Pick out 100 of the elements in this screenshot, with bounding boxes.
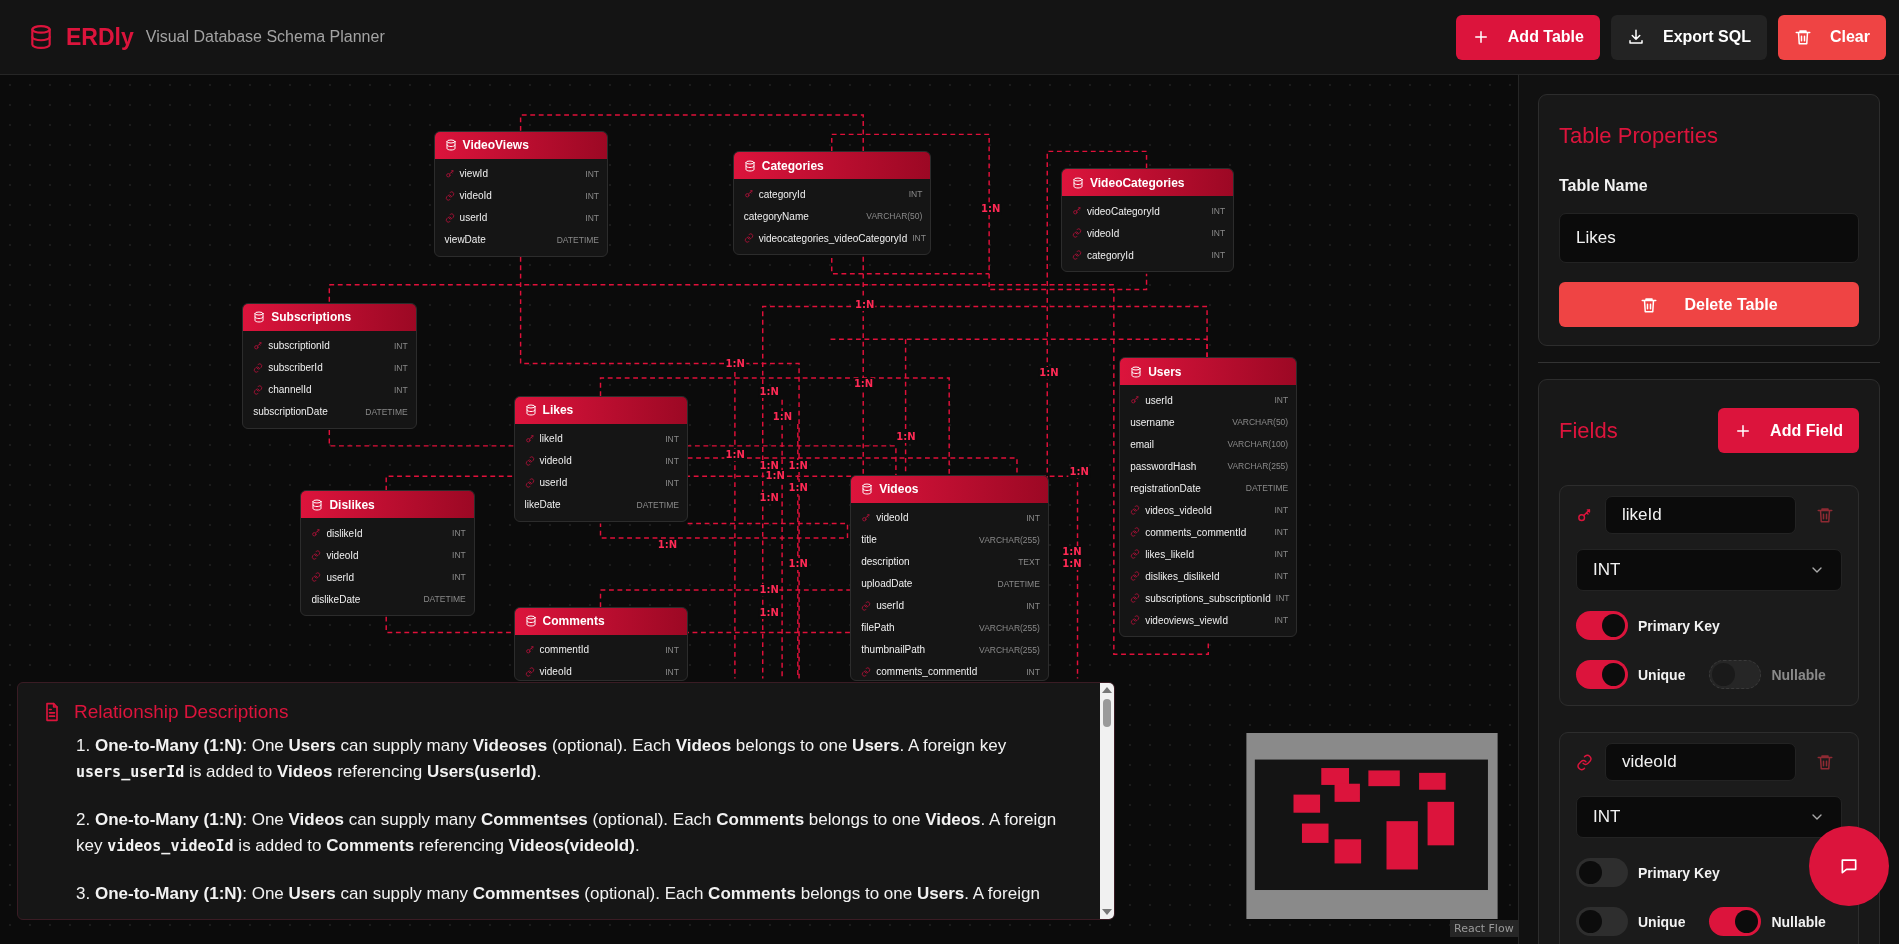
table-node[interactable]: Categories categoryId INT categoryName VARCHAR(50) videocategories_videoCategoryId INT (732, 151, 932, 256)
key-icon (524, 644, 535, 655)
relationship-label: 1:N (724, 449, 746, 462)
database-icon (444, 139, 457, 152)
field-type: INT (452, 572, 466, 583)
field-name: viewId (459, 168, 489, 180)
field-name-input[interactable]: likeId (1605, 496, 1796, 534)
toggle-switch[interactable] (1576, 858, 1628, 887)
field-name: channelId (268, 384, 313, 396)
table-node[interactable]: Comments commentId INT videoId INT (513, 606, 688, 681)
field-name: dislikeDate (311, 593, 362, 605)
relationship-label: 1:N (854, 299, 876, 312)
relationship-label: 1:N (656, 538, 678, 551)
key-icon (1072, 206, 1082, 217)
table-node[interactable]: Likes likeId INT videoId INT userId INT likeDate DATETIME (513, 395, 688, 522)
field-label: Table Name (1559, 177, 1649, 195)
field-type: INT (585, 212, 599, 223)
field-name: dislikes_dislikeId (1145, 570, 1221, 582)
database-icon (524, 404, 537, 417)
field-type: DATETIME (365, 406, 408, 417)
toggle-switch[interactable] (1709, 907, 1762, 936)
field-name-input[interactable]: videoId (1605, 743, 1796, 781)
field-name: videos_videoId (1145, 504, 1213, 516)
field-type: INT (393, 384, 408, 395)
link-icon (253, 362, 264, 373)
minimap-drawing[interactable] (1246, 733, 1498, 919)
field-type: INT (1026, 512, 1040, 523)
type-select[interactable]: INT (1576, 796, 1842, 838)
relationship-label: 1:N (787, 482, 809, 494)
field-name: userId (539, 477, 569, 489)
field-type: INT (393, 340, 408, 351)
toggle-switch[interactable] (1576, 660, 1628, 689)
field-name: userId (876, 600, 906, 612)
export-sql-button[interactable]: Export SQL (1610, 14, 1767, 60)
scrollbar[interactable] (1100, 683, 1114, 919)
add-table-button[interactable]: Add Table (1455, 14, 1600, 60)
link-icon (253, 384, 264, 395)
field-name: videoCategoryId (1087, 205, 1161, 217)
field-type: VARCHAR(255) (1227, 461, 1289, 472)
field-type: INT (1274, 571, 1289, 582)
add-field-button[interactable]: Add Field (1718, 408, 1859, 453)
key-icon (1576, 506, 1593, 524)
chat-icon (1839, 856, 1859, 876)
field-name: viewDate (444, 234, 487, 246)
table-node[interactable]: VideoCategories videoCategoryId INT videoId INT categoryId INT (1061, 168, 1235, 273)
field-name: title (861, 534, 878, 546)
field-name: comments_commentId (876, 666, 979, 678)
link-icon (1130, 593, 1141, 604)
toggle-switch[interactable] (1576, 611, 1628, 640)
field-type: DATETIME (997, 578, 1040, 589)
toggle-label: Primary Key (1638, 617, 1720, 634)
link-icon (311, 550, 322, 561)
toggle-switch[interactable] (1576, 907, 1628, 936)
field-type: INT (1274, 395, 1289, 406)
table-node[interactable] (1119, 357, 1298, 638)
field-type: INT (912, 233, 926, 244)
type-select[interactable]: INT (1576, 549, 1842, 591)
field-type: DATETIME (423, 594, 466, 605)
field-type: INT (908, 189, 923, 200)
key-icon (524, 433, 535, 444)
table-node[interactable]: Videos videoId INT title VARCHAR(255) description TEXT uploadDate DATETIME userId INT filePath VARCHAR(255) thumbnailPath VARCHAR(255) comments_commentId INT (850, 474, 1049, 681)
field-type: VARCHAR(255) (979, 644, 1040, 655)
key-icon (861, 512, 872, 523)
table-node[interactable]: VideoViews viewId INT videoId INT userId INT viewDate DATETIME (433, 130, 608, 257)
field-type: INT (1274, 615, 1289, 626)
key-icon (743, 189, 754, 200)
relationship-label: 1:N (787, 558, 809, 571)
table-name: Subscriptions (271, 310, 352, 325)
table-name-input[interactable]: Likes (1559, 213, 1859, 263)
relationship-description: 3. One-to-Many (1:N): One Users can supply many Commentses (optional). Each Comments belongs to one Users. A foreign (76, 883, 1041, 905)
field-type: DATETIME (1245, 483, 1289, 494)
relationship-description: 2. One-to-Many (1:N): One Videos can supply many Commentses (optional). Each Comments belongs to one Videos. A foreign key videos_videoId is added to Comments referencing Videos(videoId). (76, 809, 1058, 857)
field-type: VARCHAR(50) (866, 211, 923, 222)
field-type: DATETIME (636, 499, 679, 510)
delete-table-button[interactable]: Delete Table (1559, 282, 1859, 327)
field-type: INT (585, 168, 599, 179)
database-icon (743, 159, 756, 172)
field-name: videoviews_viewId (1145, 614, 1229, 626)
field-type: INT (585, 190, 599, 201)
attribution-link[interactable]: React Flow (1450, 920, 1518, 937)
relationship-label: 1:N (1068, 466, 1090, 479)
field-name: userId (1145, 394, 1174, 406)
relationship-label: 1:N (787, 460, 809, 473)
table-node[interactable]: Subscriptions subscriptionId INT subscriberId INT channelId INT subscriptionDate DATETIME (242, 302, 417, 429)
link-icon (743, 233, 754, 244)
field-type: INT (1026, 666, 1040, 677)
relationship-label: 1:N (895, 431, 917, 444)
clear-button[interactable]: Clear (1777, 14, 1886, 60)
field-type: INT (1211, 206, 1226, 217)
field-name: videoId (326, 549, 360, 561)
field-type: VARCHAR(100) (1227, 439, 1289, 450)
field-name: registrationDate (1130, 482, 1202, 494)
field-name: passwordHash (1130, 460, 1198, 472)
field-name: videoId (1087, 227, 1121, 239)
table-node[interactable]: Dislikes dislikeId INT videoId INT userId INT dislikeDate DATETIME (300, 490, 475, 617)
field-name: videocategories_videoCategoryId (758, 232, 908, 244)
toggle-label: Primary Key (1638, 864, 1720, 881)
toggle-label: Unique (1638, 913, 1686, 930)
link-icon (1130, 571, 1141, 582)
field-type: INT (1026, 600, 1040, 611)
